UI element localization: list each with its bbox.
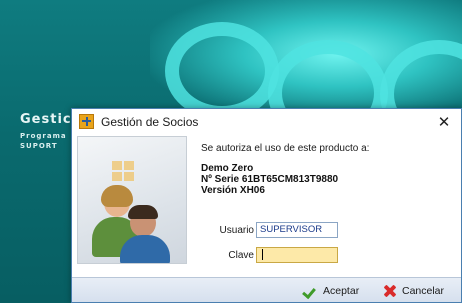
app-icon [79, 114, 94, 129]
cancel-x-icon [383, 284, 397, 298]
close-button[interactable]: ✕ [427, 109, 461, 135]
serial-number: Nº Serie 61BT65CM813T9880 [201, 174, 339, 185]
user-value: SUPERVISOR [260, 224, 323, 235]
login-dialog: Gestión de Socios ✕ Se autoriza el uso d… [71, 108, 462, 303]
users-icon [77, 136, 187, 264]
password-input[interactable] [256, 247, 338, 263]
version-label: Versión XH06 [201, 185, 265, 196]
password-label: Clave [228, 250, 254, 261]
accept-label: Aceptar [323, 284, 360, 297]
splash-subtitle: Programa [20, 132, 67, 140]
picture-grid [112, 161, 136, 183]
cancel-button[interactable]: Cancelar [383, 281, 444, 300]
check-icon [303, 285, 317, 297]
cancel-label: Cancelar [402, 284, 445, 297]
dialog-button-bar: Aceptar Cancelar [72, 277, 461, 302]
dialog-title: Gestión de Socios [101, 115, 199, 129]
dialog-titlebar[interactable]: Gestión de Socios ✕ [72, 109, 461, 135]
text-caret [262, 248, 263, 260]
authorization-label: Se autoriza el uso de este producto a: [201, 143, 370, 154]
user-label: Usuario [219, 225, 254, 236]
accept-button[interactable]: Aceptar [303, 281, 359, 300]
splash-ring [165, 22, 279, 120]
user-input[interactable]: SUPERVISOR [256, 222, 338, 238]
splash-brand: Gestic [20, 112, 72, 127]
splash-subtitle: SUPORT [20, 142, 58, 150]
close-icon: ✕ [437, 113, 451, 131]
licensee-name: Demo Zero [201, 163, 254, 174]
